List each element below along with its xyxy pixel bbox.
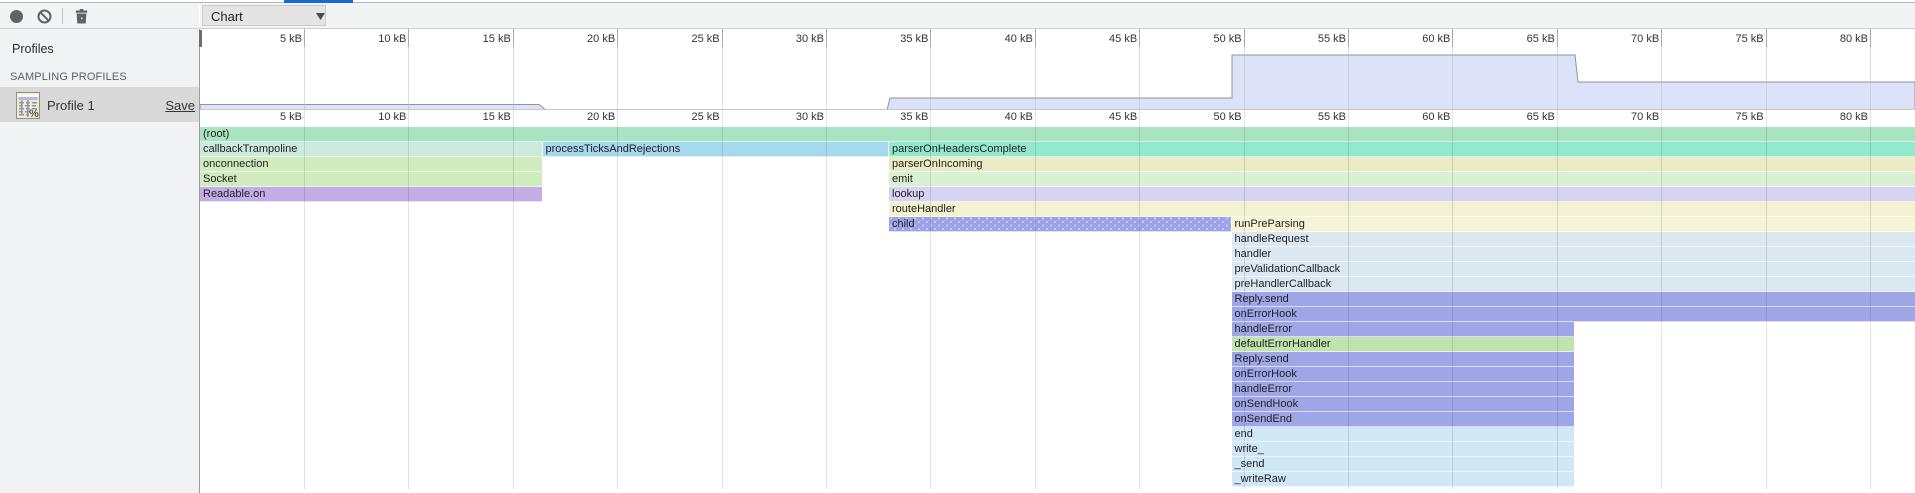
svg-text:%: % — [29, 108, 39, 119]
